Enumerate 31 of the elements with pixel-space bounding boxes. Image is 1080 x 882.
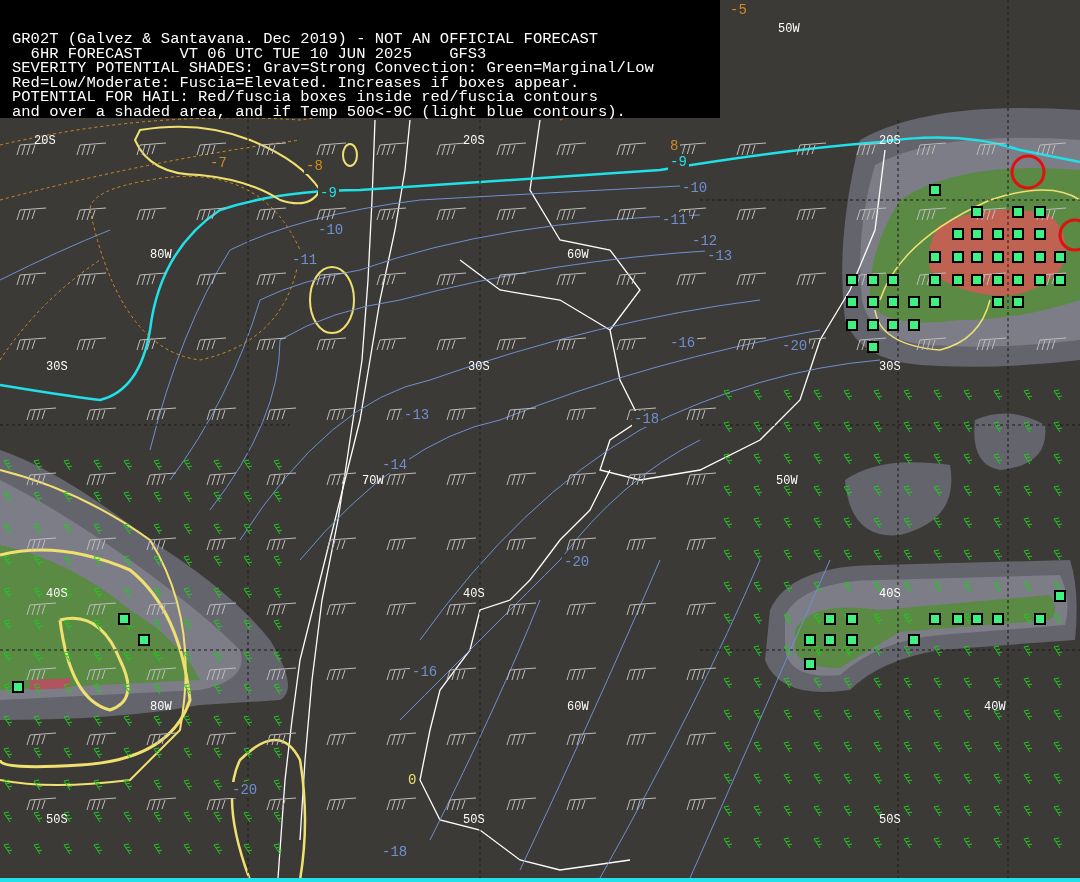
- grid-label: 30S: [879, 360, 901, 374]
- grid-label: 70W: [362, 474, 384, 488]
- grid-label: 80W: [150, 248, 172, 262]
- grid-label: 40S: [46, 587, 68, 601]
- contour-label: -18: [632, 411, 662, 427]
- forecast-info-line: Red=Low/Moderate: Fuscia=Elevated. Increases if boxes appear.: [12, 75, 580, 90]
- grid-label: 40S: [463, 587, 485, 601]
- grid-label: 30S: [468, 360, 490, 374]
- contour-label: -8: [304, 158, 325, 174]
- grid-label: 50W: [778, 22, 800, 36]
- grid-label: 60W: [567, 700, 589, 714]
- grid-label: 50W: [776, 474, 798, 488]
- contour-label: 8: [668, 138, 681, 154]
- contour-label: -9: [668, 154, 689, 170]
- grid-label: 50S: [463, 813, 485, 827]
- grid-label: 20S: [879, 134, 901, 148]
- grid-label: 80W: [150, 700, 172, 714]
- grid-label: 50S: [879, 813, 901, 827]
- contour-label: -20: [230, 782, 260, 798]
- forecast-info-line: SEVERITY POTENTIAL SHADES: Grav=Strong Convection: Green=Marginal/Low: [12, 61, 655, 76]
- forecast-info-line: GR02T (Galvez & Santavana. Dec 2019) - NOT AN OFFICIAL FORECAST: [12, 32, 599, 47]
- grid-label: 50S: [46, 813, 68, 827]
- grid-label: 60W: [567, 248, 589, 262]
- grid-label: 20S: [463, 134, 485, 148]
- grid-label: 40W: [984, 700, 1006, 714]
- forecast-info-line: 6HR FORECAST VT 06 UTC TUE 10 JUN 2025 GFS3: [30, 46, 487, 61]
- forecast-info-line: and over a shaded area, and if Temp 500<-9C (light blue contours).: [12, 104, 627, 119]
- grid-label: 40S: [879, 587, 901, 601]
- grid-label: 30S: [46, 360, 68, 374]
- forecast-info-line: POTENTIAL FOR HAIL: Red/fuscia boxes inside red/fuscia contours: [12, 90, 598, 105]
- grid-label: 20S: [34, 134, 56, 148]
